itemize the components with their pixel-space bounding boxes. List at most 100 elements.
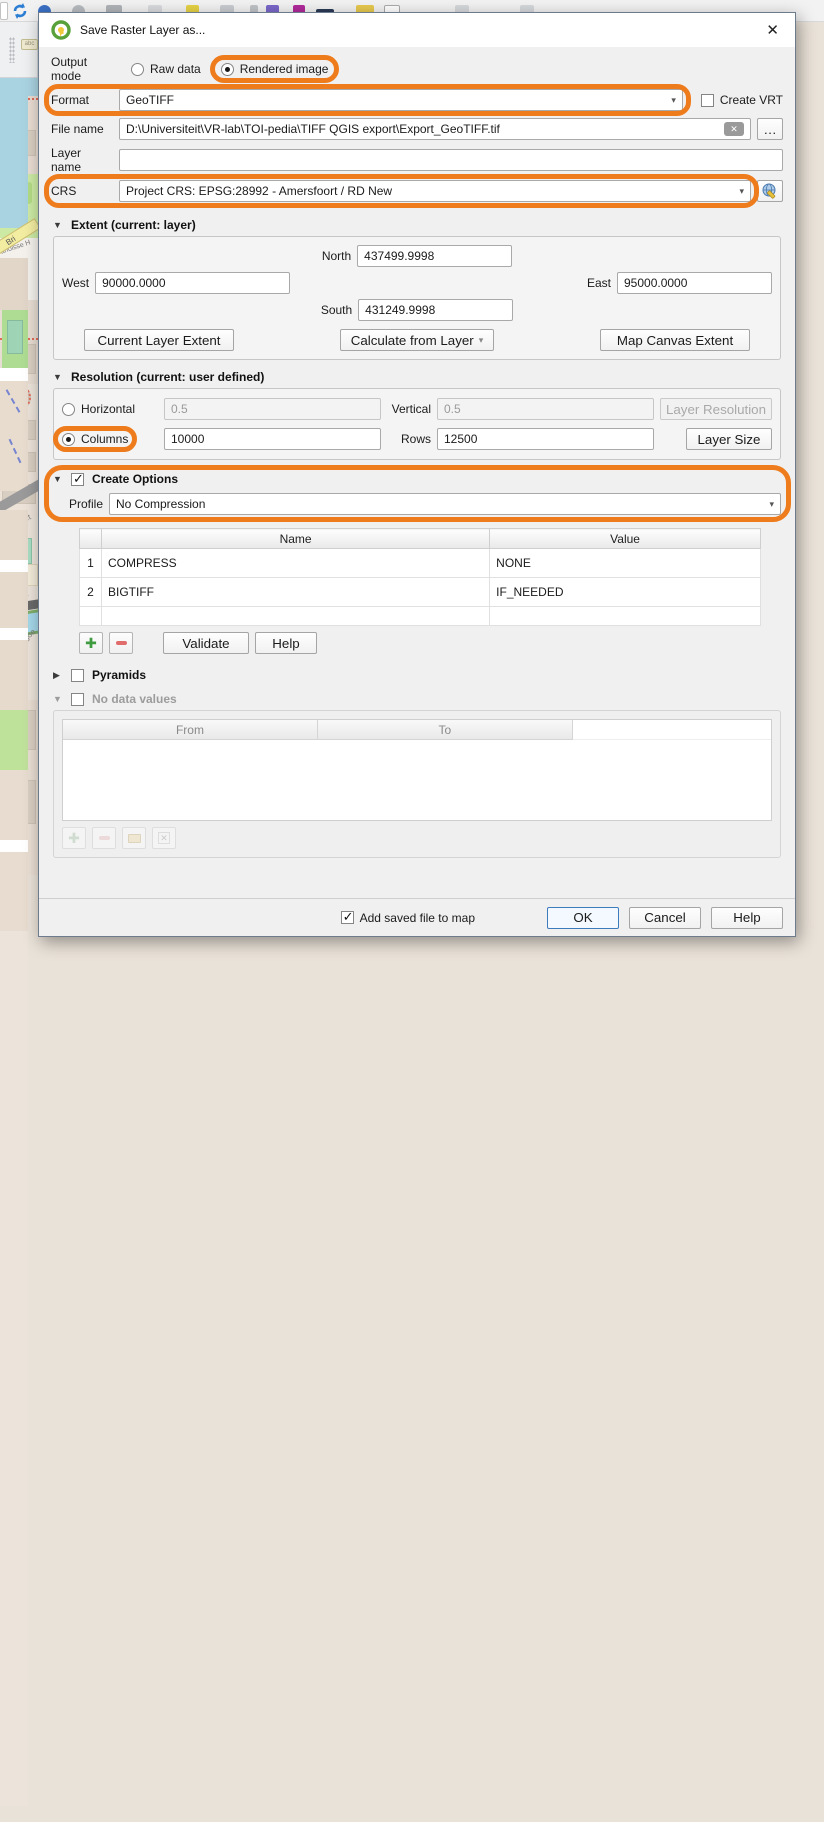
west-input[interactable]: 90000.0000	[95, 272, 290, 294]
create-vrt-checkbox[interactable]	[701, 94, 714, 107]
create-options-checkbox[interactable]	[71, 473, 84, 486]
extent-north-row: North 437499.9998	[62, 245, 772, 267]
rows-input[interactable]: 12500	[437, 428, 654, 450]
map-canvas-right[interactable]: Bri	[0, 875, 28, 1806]
add-saved-file-option[interactable]: Add saved file to map	[341, 911, 475, 925]
layer-resolution-button[interactable]: Layer Resolution	[660, 398, 772, 420]
horizontal-input[interactable]: 0.5	[164, 398, 381, 420]
add-row-button[interactable]: ✚	[62, 827, 86, 849]
table-row[interactable]: 2 BIGTIFF IF_NEEDED	[80, 578, 761, 607]
expand-triangle-icon[interactable]: ▶	[53, 670, 63, 681]
remove-option-button[interactable]	[109, 632, 133, 654]
row-number-header	[80, 529, 102, 549]
no-data-group: From To ✚ ✕	[53, 710, 781, 858]
create-vrt-option[interactable]: Create VRT	[701, 93, 783, 107]
option-value-cell[interactable]: IF_NEEDED	[490, 578, 761, 607]
no-data-title: No data values	[92, 692, 177, 706]
columns-label: Columns	[81, 432, 128, 446]
row-number: 2	[80, 578, 102, 607]
create-vrt-label: Create VRT	[720, 93, 783, 107]
profile-dropdown[interactable]: No Compression ▾	[109, 493, 781, 515]
chevron-down-icon: ▾	[739, 186, 744, 197]
toolbar-button-edge[interactable]	[0, 2, 8, 20]
create-options-section-header[interactable]: ▼ Create Options	[53, 472, 781, 486]
toolbar-grip-handle[interactable]	[9, 37, 15, 63]
add-option-button[interactable]: ✚	[79, 632, 103, 654]
layer-size-button[interactable]: Layer Size	[686, 428, 772, 450]
format-dropdown[interactable]: GeoTIFF ▾	[119, 89, 683, 111]
north-value: 437499.9998	[364, 249, 505, 263]
rendered-image-label: Rendered image	[240, 62, 329, 76]
collapse-triangle-icon[interactable]: ▼	[53, 372, 63, 382]
columns-input[interactable]: 10000	[164, 428, 381, 450]
option-value-cell[interactable]: NONE	[490, 549, 761, 578]
clear-rows-button[interactable]: ✕	[152, 827, 176, 849]
south-label: South	[321, 303, 352, 317]
close-icon[interactable]: ✕	[762, 19, 783, 41]
help-options-button[interactable]: Help	[255, 632, 317, 654]
raw-data-radio[interactable]	[131, 63, 144, 76]
minus-icon	[99, 836, 110, 840]
from-column-header: From	[63, 720, 318, 740]
rendered-image-radio[interactable]	[221, 63, 234, 76]
no-data-toolbar: ✚ ✕	[62, 827, 772, 849]
format-row: Format GeoTIFF ▾ Create VRT	[51, 88, 783, 112]
horizontal-label: Horizontal	[81, 402, 135, 416]
crs-dropdown[interactable]: Project CRS: EPSG:28992 - Amersfoort / R…	[119, 180, 751, 202]
west-label: West	[62, 276, 89, 290]
map-canvas-bottom[interactable]: Charlois	[0, 1806, 824, 1822]
extent-section-header[interactable]: ▼ Extent (current: layer)	[53, 218, 781, 232]
file-name-input[interactable]: D:\Universiteit\VR-lab\TOI-pedia\TIFF QG…	[119, 118, 751, 140]
load-from-file-button[interactable]	[122, 827, 146, 849]
north-input[interactable]: 437499.9998	[357, 245, 512, 267]
no-data-section-header[interactable]: ▼ No data values	[53, 692, 781, 706]
to-column-header: To	[318, 720, 573, 740]
no-data-checkbox[interactable]	[71, 693, 84, 706]
crs-globe-icon	[762, 183, 778, 199]
help-button[interactable]: Help	[711, 907, 783, 929]
vertical-input[interactable]: 0.5	[437, 398, 654, 420]
labeling-abc-icon[interactable]: abc	[21, 39, 38, 50]
no-data-table-header: From To	[63, 720, 771, 740]
profile-value: No Compression	[116, 497, 765, 511]
ok-button[interactable]: OK	[547, 907, 619, 929]
cancel-button[interactable]: Cancel	[629, 907, 701, 929]
option-name-cell[interactable]: COMPRESS	[102, 549, 490, 578]
pyramids-checkbox[interactable]	[71, 669, 84, 682]
validate-button[interactable]: Validate	[163, 632, 249, 654]
south-input[interactable]: 431249.9998	[358, 299, 513, 321]
select-crs-button[interactable]	[757, 180, 783, 202]
raw-data-option[interactable]: Raw data	[131, 62, 201, 76]
refresh-icon[interactable]	[11, 2, 29, 20]
output-mode-label: Output mode	[51, 55, 119, 83]
collapse-triangle-icon[interactable]: ▼	[53, 220, 63, 230]
profile-row: Profile No Compression ▾	[53, 492, 781, 516]
crs-row: CRS Project CRS: EPSG:28992 - Amersfoort…	[51, 179, 783, 203]
chevron-down-icon: ▾	[671, 95, 676, 106]
rendered-image-option[interactable]: Rendered image	[221, 62, 329, 76]
columns-radio[interactable]	[62, 433, 75, 446]
pyramids-section-header[interactable]: ▶ Pyramids	[53, 668, 781, 682]
map-canvas-extent-button[interactable]: Map Canvas Extent	[600, 329, 750, 351]
horizontal-radio[interactable]	[62, 403, 75, 416]
table-header-row: Name Value	[80, 529, 761, 549]
create-options-title: Create Options	[92, 472, 178, 486]
current-layer-extent-button[interactable]: Current Layer Extent	[84, 329, 234, 351]
option-name-cell[interactable]: BIGTIFF	[102, 578, 490, 607]
remove-row-button[interactable]	[92, 827, 116, 849]
calculate-from-layer-button[interactable]: Calculate from Layer ▾	[340, 329, 495, 351]
clear-text-icon[interactable]: ✕	[724, 122, 744, 136]
dialog-titlebar[interactable]: Save Raster Layer as... ✕	[39, 13, 795, 47]
east-input[interactable]: 95000.0000	[617, 272, 772, 294]
create-options-table[interactable]: Name Value 1 COMPRESS NONE 2 BIGTIFF IF_…	[79, 528, 761, 626]
create-options-annotated-area: ▼ Create Options Profile No Compression …	[53, 472, 781, 516]
add-saved-file-checkbox[interactable]	[341, 911, 354, 924]
columns-option[interactable]: Columns	[62, 432, 158, 446]
horizontal-option[interactable]: Horizontal	[62, 402, 158, 416]
table-row[interactable]: 1 COMPRESS NONE	[80, 549, 761, 578]
layer-name-input[interactable]	[119, 149, 783, 171]
resolution-section-header[interactable]: ▼ Resolution (current: user defined)	[53, 370, 781, 384]
collapse-triangle-icon[interactable]: ▼	[53, 474, 63, 484]
collapse-triangle-icon[interactable]: ▼	[53, 694, 63, 704]
browse-button[interactable]: …	[757, 118, 783, 140]
